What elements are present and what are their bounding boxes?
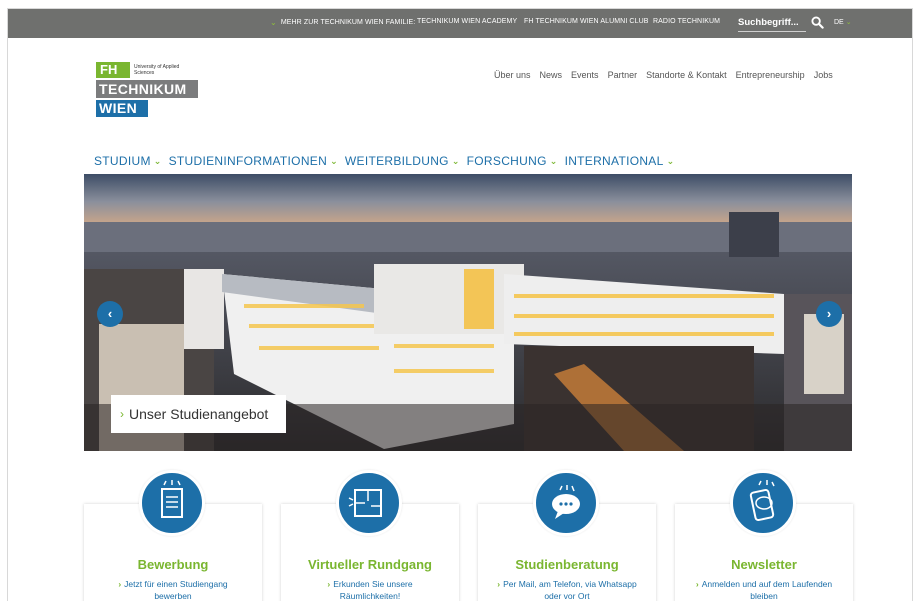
slider-next-button[interactable]: › — [816, 301, 842, 327]
logo-technikum: TECHNIKUM — [96, 80, 198, 98]
chat-bubble-icon — [533, 470, 599, 536]
link-radio-technikum[interactable]: RADIO TECHNIKUM — [653, 18, 720, 25]
card-link-text: Anmelden und auf dem Laufenden bleiben — [701, 579, 833, 601]
logo-university-text: University of Applied Sciences — [134, 64, 180, 76]
slider-prev-button[interactable]: ‹ — [97, 301, 123, 327]
chevron-left-icon: ‹ — [107, 306, 113, 321]
nav-link-news[interactable]: News — [540, 70, 563, 80]
nav-link-events[interactable]: Events — [571, 70, 599, 80]
card-link[interactable]: › Anmelden und auf dem Laufenden bleiben — [693, 578, 835, 601]
document-icon — [139, 470, 205, 536]
chevron-right-icon: › — [118, 579, 122, 589]
main-nav-label: STUDIUM — [94, 154, 151, 168]
family-label[interactable]: ⌄ MEHR ZUR TECHNIKUM WIEN FAMILIE: — [270, 18, 415, 27]
chevron-down-icon: ⌄ — [666, 155, 675, 166]
card-title: Virtueller Rundgang — [308, 557, 432, 572]
card-link-text: Erkunden Sie unsere Räumlichkeiten! — [333, 579, 413, 601]
browser-page-frame: ⌄ MEHR ZUR TECHNIKUM WIEN FAMILIE: TECHN… — [7, 8, 913, 601]
chevron-right-icon: › — [120, 407, 124, 421]
main-nav-label: WEITERBILDUNG — [344, 154, 449, 168]
card-title: Bewerbung — [137, 557, 209, 572]
chevron-right-icon: › — [497, 579, 501, 589]
language-label: DE — [834, 19, 844, 26]
secondary-nav: Über uns News Events Partner Standorte &… — [494, 70, 833, 80]
nav-link-partner[interactable]: Partner — [608, 70, 638, 80]
smartphone-icon — [730, 470, 796, 536]
site-logo[interactable]: FH University of Applied Sciences TECHNI… — [96, 62, 206, 117]
chevron-down-icon: ⌄ — [845, 19, 852, 26]
chevron-right-icon: › — [826, 306, 832, 321]
card-link-text: Per Mail, am Telefon, via Whatsapp oder … — [503, 579, 637, 601]
search-input[interactable]: Suchbegriff... — [738, 15, 806, 32]
language-selector[interactable]: DE ⌄ — [834, 18, 852, 26]
chevron-down-icon: ⌄ — [270, 18, 277, 27]
hero-caption-link[interactable]: › Unser Studienangebot — [111, 395, 286, 433]
main-nav-weiterbildung[interactable]: WEITERBILDUNG ⌄ — [345, 154, 460, 168]
nav-link-standorte-kontakt[interactable]: Standorte & Kontakt — [646, 70, 727, 80]
link-academy[interactable]: TECHNIKUM WIEN ACADEMY — [417, 18, 517, 25]
main-nav-label: INTERNATIONAL — [564, 154, 664, 168]
chevron-right-icon: › — [695, 579, 699, 589]
main-nav-label: FORSCHUNG — [466, 154, 547, 168]
family-label-text: MEHR ZUR TECHNIKUM WIEN FAMILIE: — [280, 19, 416, 26]
card-title: Newsletter — [731, 557, 797, 572]
chevron-down-icon: ⌄ — [451, 155, 460, 166]
nav-link-jobs[interactable]: Jobs — [814, 70, 833, 80]
chevron-down-icon: ⌄ — [549, 155, 558, 166]
link-alumni-club[interactable]: FH TECHNIKUM WIEN ALUMNI CLUB — [524, 18, 649, 25]
main-nav: STUDIUM ⌄ STUDIENINFORMATIONEN ⌄ WEITERB… — [94, 154, 674, 168]
chevron-right-icon: › — [327, 579, 331, 589]
logo-fh: FH — [96, 62, 130, 78]
nav-link-ueber-uns[interactable]: Über uns — [494, 70, 531, 80]
main-nav-studium[interactable]: STUDIUM ⌄ — [94, 154, 162, 168]
chevron-down-icon: ⌄ — [330, 155, 338, 166]
hero-slider: ‹ › › Unser Studienangebot — [84, 174, 852, 451]
card-link[interactable]: › Erkunden Sie unsere Räumlichkeiten! — [299, 578, 441, 601]
top-utility-bar: ⌄ MEHR ZUR TECHNIKUM WIEN FAMILIE: TECHN… — [8, 9, 912, 38]
main-nav-studieninformationen[interactable]: STUDIENINFORMATIONEN ⌄ — [169, 154, 338, 168]
main-nav-label: STUDIENINFORMATIONEN — [168, 154, 328, 168]
card-link[interactable]: › Per Mail, am Telefon, via Whatsapp oder… — [496, 578, 638, 601]
card-title: Studienberatung — [515, 557, 619, 572]
card-link[interactable]: › Jetzt für einen Studiengang bewerben — [102, 578, 244, 601]
search-icon[interactable] — [811, 16, 824, 29]
main-nav-international[interactable]: INTERNATIONAL ⌄ — [565, 154, 675, 168]
logo-wien: WIEN — [96, 100, 148, 117]
hero-caption-text: Unser Studienangebot — [129, 406, 269, 422]
chevron-down-icon: ⌄ — [153, 155, 162, 166]
floorplan-icon — [336, 470, 402, 536]
card-link-text: Jetzt für einen Studiengang bewerben — [124, 579, 228, 601]
nav-link-entrepreneurship[interactable]: Entrepreneurship — [736, 70, 805, 80]
main-nav-forschung[interactable]: FORSCHUNG ⌄ — [467, 154, 558, 168]
